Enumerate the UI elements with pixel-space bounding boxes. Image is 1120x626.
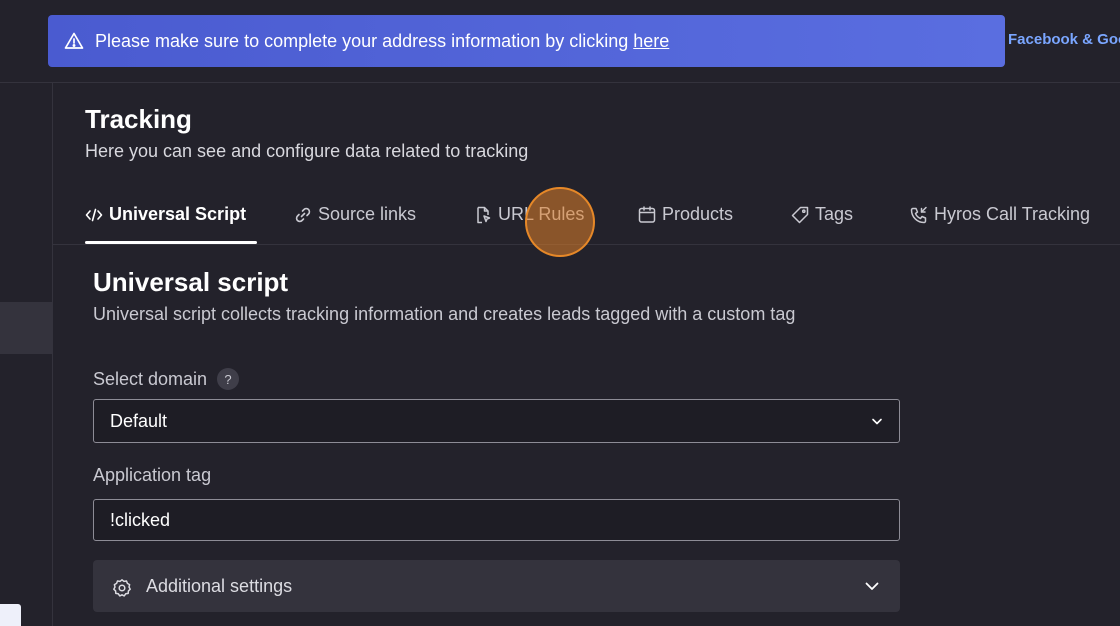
tracking-page: Please make sure to complete your addres… <box>0 0 1120 626</box>
gear-icon <box>112 578 132 598</box>
tag-icon <box>791 206 809 224</box>
page-title: Tracking <box>85 104 192 134</box>
sidebar-divider <box>52 83 53 626</box>
select-domain-label: Select domain <box>93 369 208 389</box>
sidebar-bottom-chip[interactable] <box>0 604 21 626</box>
phone-incoming-icon <box>910 206 928 224</box>
chevron-down-icon <box>869 413 885 429</box>
sidebar-active-item[interactable] <box>0 302 52 354</box>
tab-label: Tags <box>815 204 854 224</box>
section-subtitle: Universal script collects tracking infor… <box>93 304 796 324</box>
application-tag-label: Application tag <box>93 465 212 485</box>
facebook-google-link[interactable]: Facebook & Goo <box>1008 31 1120 48</box>
tab-source-links[interactable]: Source links <box>294 186 416 243</box>
tab-hyros-call-tracking[interactable]: Hyros Call Tracking <box>910 186 1090 243</box>
tab-url-rules[interactable]: URL Rules <box>474 186 584 243</box>
banner-here-link[interactable]: here <box>633 31 669 52</box>
application-tag-field[interactable] <box>93 499 900 541</box>
domain-select[interactable]: Default <box>93 399 900 443</box>
application-tag-input[interactable] <box>110 509 883 531</box>
tab-products[interactable]: Products <box>638 186 733 243</box>
tab-universal-script[interactable]: Universal Script <box>85 186 246 243</box>
address-warning-banner: Please make sure to complete your addres… <box>48 15 1005 67</box>
file-pointer-icon <box>474 206 492 224</box>
banner-message: Please make sure to complete your addres… <box>95 30 629 51</box>
section-title: Universal script <box>93 267 289 297</box>
code-icon <box>85 206 103 224</box>
chevron-down-icon <box>863 577 881 595</box>
link-icon <box>294 206 312 224</box>
tab-label: Hyros Call Tracking <box>934 204 1091 224</box>
additional-settings-accordion[interactable]: Additional settings <box>93 560 900 612</box>
calendar-box-icon <box>638 205 656 224</box>
tab-label: URL Rules <box>498 204 585 224</box>
tab-label: Universal Script <box>109 204 247 224</box>
tab-label: Products <box>662 204 734 224</box>
active-tab-underline <box>85 241 257 244</box>
warning-triangle-icon <box>64 31 84 51</box>
tracking-tabs: Universal Script Source links URL Rules <box>53 186 1120 245</box>
left-sidebar <box>0 83 52 626</box>
page-subtitle: Here you can see and configure data rela… <box>85 141 529 161</box>
domain-select-value: Default <box>110 410 168 431</box>
help-question-icon[interactable]: ? <box>217 368 239 390</box>
tab-label: Source links <box>318 204 417 224</box>
top-bar-divider <box>0 82 1120 83</box>
tab-tags[interactable]: Tags <box>791 186 853 243</box>
additional-settings-label: Additional settings <box>146 575 293 596</box>
